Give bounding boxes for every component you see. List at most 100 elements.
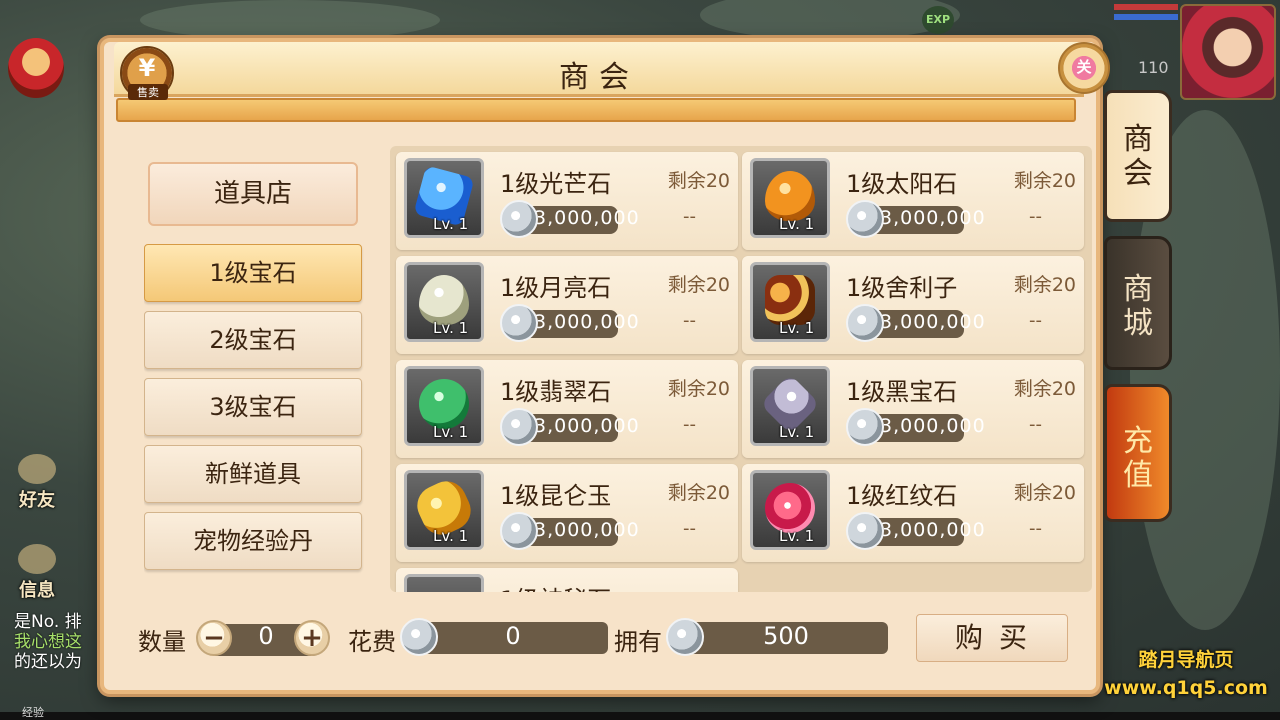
item-card[interactable]: Lv. 1 1级舍利子 剩余20 3,000,000 -- <box>742 256 1084 354</box>
item-level: Lv. 1 <box>433 527 469 545</box>
item-card[interactable]: Lv. 1 1级黑宝石 剩余20 3,000,000 -- <box>742 360 1084 458</box>
chat-bubble-icon <box>18 544 56 574</box>
gem-icon <box>765 171 815 221</box>
category-item[interactable]: 2级宝石 <box>144 311 362 369</box>
item-icon-frame: Lv. 1 <box>750 262 830 342</box>
item-owned: -- <box>683 310 696 331</box>
minus-button[interactable]: − <box>196 620 232 656</box>
player-avatar[interactable] <box>1180 4 1276 100</box>
exp-label: 经验 <box>22 706 44 719</box>
category-item[interactable]: 新鲜道具 <box>144 445 362 503</box>
mascot-avatar[interactable] <box>8 38 64 98</box>
item-price: 3,000,000 <box>534 519 640 541</box>
tab-mall[interactable]: 商城 <box>1104 236 1172 370</box>
category-item[interactable]: 3级宝石 <box>144 378 362 436</box>
item-owned: -- <box>683 414 696 435</box>
guild-shop-panel: 商会 ¥ 售卖 关 道具店 1级宝石 2级宝石 3级宝石 新鲜道具 宠物经验丹 … <box>100 38 1110 694</box>
item-remaining: 剩余20 <box>667 482 730 504</box>
item-icon-frame: Lv. 1 <box>404 158 484 238</box>
messages-label: 信息 <box>19 580 55 601</box>
item-price: 3,000,000 <box>880 519 986 541</box>
item-remaining: 剩余20 <box>1013 378 1076 400</box>
quantity-value[interactable]: 0 <box>254 622 278 650</box>
item-owned: -- <box>683 206 696 227</box>
item-card[interactable]: Lv. 1 1级昆仑玉 剩余20 3,000,000 -- <box>396 464 738 562</box>
buy-button[interactable]: 购买 <box>916 614 1068 662</box>
item-name: 1级翡翠石 <box>500 378 612 406</box>
item-grid[interactable]: Lv. 1 1级光芒石 剩余20 3,000,000 -- Lv. 1 1级太阳… <box>390 146 1092 592</box>
close-button[interactable]: 关 <box>1058 42 1110 94</box>
exp-bar <box>0 712 1280 720</box>
item-owned: -- <box>1029 414 1042 435</box>
item-icon-frame: Lv. 1 <box>404 366 484 446</box>
item-level: Lv. 1 <box>433 215 469 233</box>
item-level: Lv. 1 <box>433 423 469 441</box>
gem-icon <box>419 275 469 325</box>
sell-label: 售卖 <box>128 84 168 100</box>
item-remaining: 剩余20 <box>667 274 730 296</box>
item-name: 1级月亮石 <box>500 274 612 302</box>
sell-button[interactable]: ¥ 售卖 <box>120 46 174 100</box>
item-card[interactable]: Lv. 1 1级月亮石 剩余20 3,000,000 -- <box>396 256 738 354</box>
tab-guild-shop-label: 商会 <box>1123 122 1153 191</box>
item-owned: -- <box>1029 310 1042 331</box>
silver-coin-icon <box>846 304 884 342</box>
item-name: 1级光芒石 <box>500 170 612 198</box>
tab-recharge[interactable]: 充值 <box>1104 384 1172 522</box>
quantity-label: 数量 <box>138 628 186 656</box>
item-level: Lv. 1 <box>779 215 815 233</box>
item-card[interactable]: Lv. 1 1级光芒石 剩余20 3,000,000 -- <box>396 152 738 250</box>
owned-value: 500 <box>763 622 809 650</box>
watermark-line: www.q1q5.com <box>1104 677 1268 699</box>
gem-icon <box>419 379 469 429</box>
item-icon-frame: Lv. 1 <box>750 470 830 550</box>
friends-icon <box>18 454 56 484</box>
item-name: 1级舍利子 <box>846 274 958 302</box>
silver-coin-icon <box>846 200 884 238</box>
item-remaining: 剩余20 <box>667 378 730 400</box>
category-list[interactable]: 1级宝石 2级宝石 3级宝石 新鲜道具 宠物经验丹 <box>144 244 366 590</box>
close-label: 关 <box>1076 58 1092 76</box>
watermark: 踏月导航页 www.q1q5.com <box>1096 646 1276 702</box>
tab-mall-label: 商城 <box>1123 272 1153 341</box>
cost-value: 0 <box>505 622 521 650</box>
silver-coin-icon <box>500 304 538 342</box>
messages-button[interactable]: 信息 <box>10 544 64 602</box>
item-card[interactable]: Lv. 1 1级翡翠石 剩余20 3,000,000 -- <box>396 360 738 458</box>
item-icon-frame: Lv. 1 <box>404 470 484 550</box>
silver-coin-icon <box>500 512 538 550</box>
item-name: 1级神秘石 <box>500 580 611 592</box>
item-icon-frame: Lv. 1 <box>750 158 830 238</box>
item-card[interactable]: Lv. 1 1级红纹石 剩余20 3,000,000 -- <box>742 464 1084 562</box>
item-card[interactable]: Lv. 1 1级太阳石 剩余20 3,000,000 -- <box>742 152 1084 250</box>
item-owned: -- <box>1029 206 1042 227</box>
category-item[interactable]: 1级宝石 <box>144 244 362 302</box>
item-remaining: 剩余20 <box>1013 170 1076 192</box>
item-icon-frame <box>404 574 484 592</box>
item-remaining: 剩余20 <box>1013 482 1076 504</box>
item-level: Lv. 1 <box>779 319 815 337</box>
silver-coin-icon <box>500 408 538 446</box>
item-level: Lv. 1 <box>433 319 469 337</box>
shop-tab-items[interactable]: 道具店 <box>148 162 358 226</box>
item-name: 1级红纹石 <box>846 482 958 510</box>
title-bar: 商会 <box>114 42 1084 97</box>
item-icon-frame: Lv. 1 <box>404 262 484 342</box>
item-card[interactable]: 1级神秘石 <box>396 568 738 592</box>
cost-label: 花费 <box>348 628 396 656</box>
exp-badge: EXP <box>922 6 954 34</box>
category-item[interactable]: 宠物经验丹 <box>144 512 362 570</box>
friends-button[interactable]: 好友 <box>10 454 64 512</box>
title-rail <box>116 98 1076 122</box>
friends-label: 好友 <box>19 490 55 511</box>
item-owned: -- <box>683 518 696 539</box>
item-level: Lv. 1 <box>779 423 815 441</box>
plus-button[interactable]: + <box>294 620 330 656</box>
item-price: 3,000,000 <box>880 207 986 229</box>
background-petal <box>140 0 440 40</box>
tab-guild-shop[interactable]: 商会 <box>1104 90 1172 222</box>
item-remaining: 剩余20 <box>1013 274 1076 296</box>
silver-coin-icon <box>846 408 884 446</box>
item-name: 1级黑宝石 <box>846 378 958 406</box>
silver-coin-icon <box>500 200 538 238</box>
